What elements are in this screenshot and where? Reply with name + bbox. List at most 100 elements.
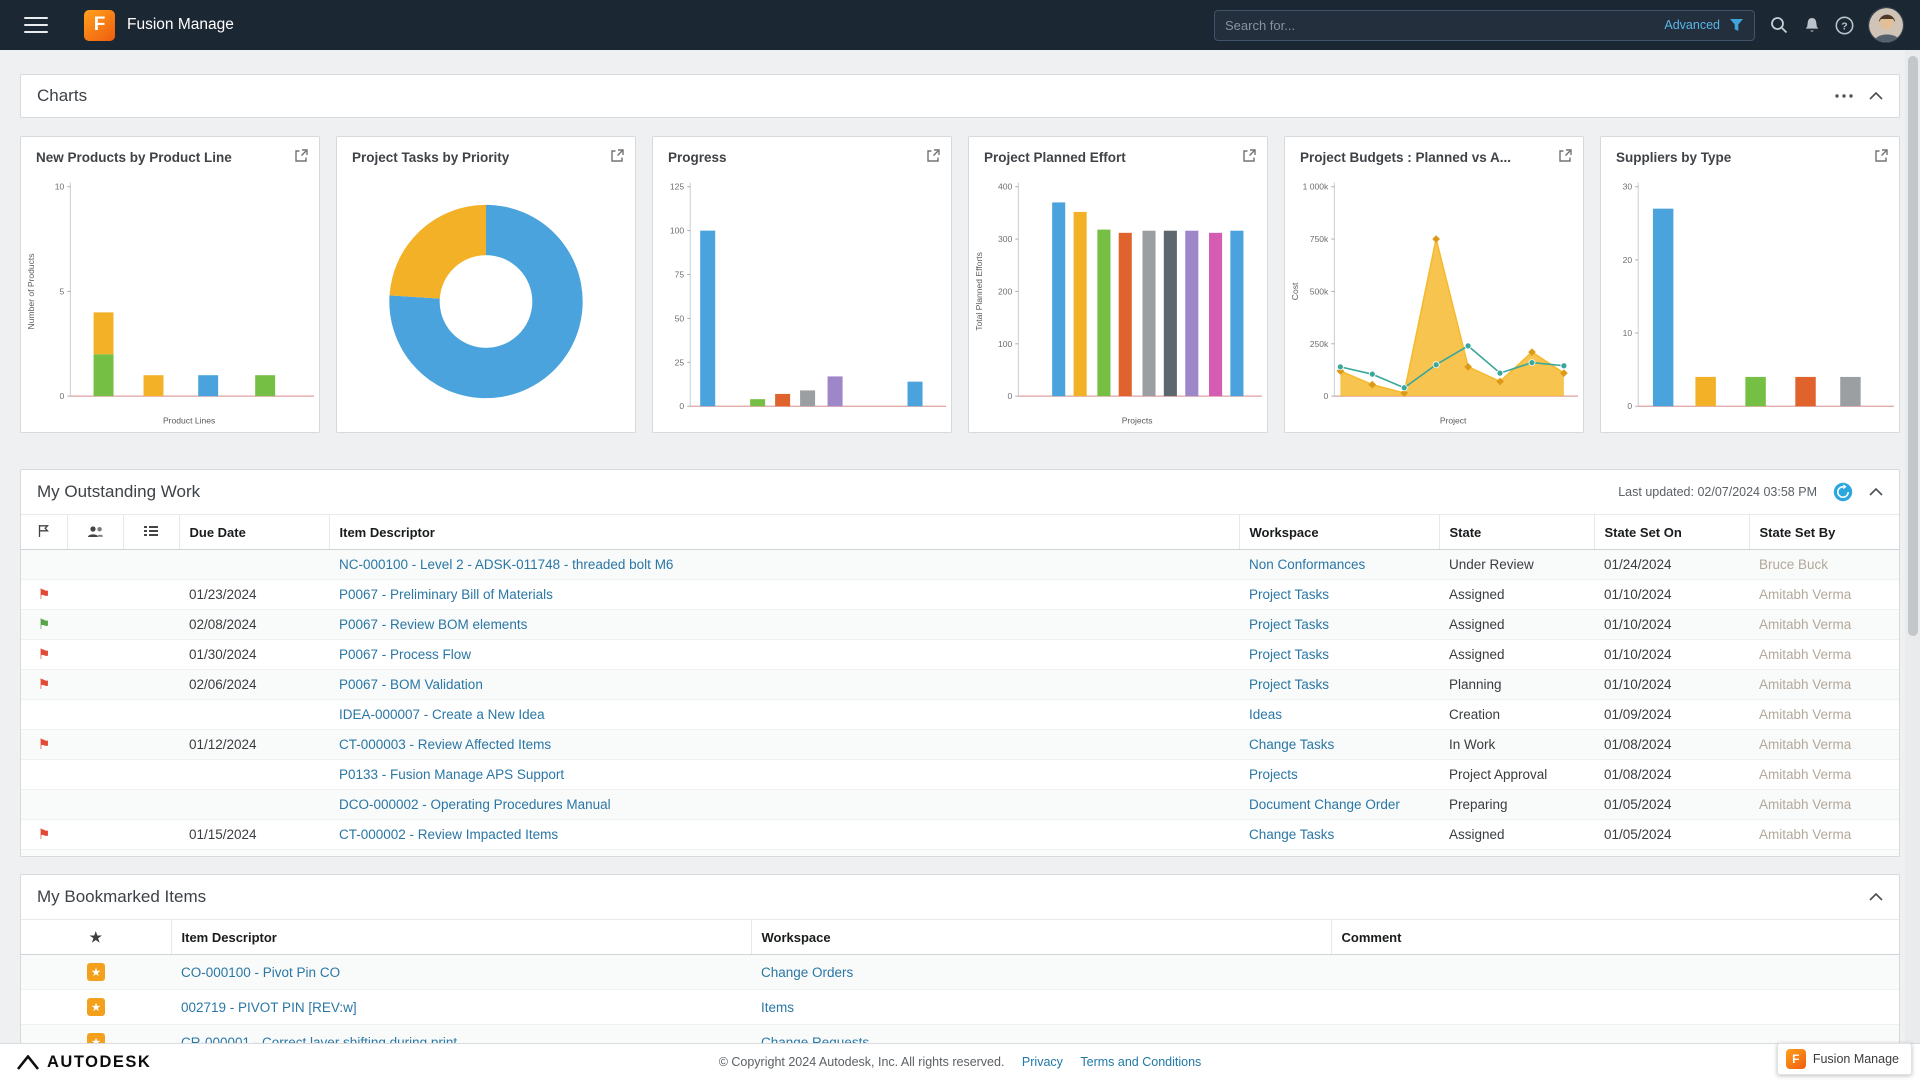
outstanding-row[interactable]: ⚑ 02/08/2024 P0067 - Review BOM elements Pr…	[21, 609, 1899, 640]
bookmarked-header-row: ★ Item Descriptor Workspace Comment	[21, 919, 1899, 955]
item-descriptor-link[interactable]: P0067 - Preliminary Bill of Materials	[339, 587, 553, 602]
workspace-link[interactable]: Project Tasks	[1249, 677, 1329, 692]
workspace-link[interactable]: Items	[761, 1000, 794, 1015]
outstanding-row[interactable]: IDEA-000007 - Create a New Idea Ideas Crea…	[21, 699, 1899, 730]
item-descriptor-link[interactable]: DCO-000002 - Operating Procedures Manual	[339, 797, 611, 812]
search-icon[interactable]	[1769, 15, 1789, 35]
workspace-link[interactable]: Project Tasks	[1249, 617, 1329, 632]
autodesk-mark-icon	[16, 1054, 40, 1070]
item-descriptor-link[interactable]: CT-000002 - Review Impacted Items	[339, 827, 558, 842]
due-date-cell	[179, 789, 329, 820]
assignees-cell	[67, 849, 123, 856]
item-descriptor-link[interactable]: CT-000003 - Review Affected Items	[339, 737, 551, 752]
workspace-link[interactable]: Project Tasks	[1249, 587, 1329, 602]
bookmark-cell: ★	[21, 954, 171, 990]
details-cell	[123, 819, 179, 850]
chart-card-planned-effort: Project Planned Effort 0 100 200 300 400 Tota…	[968, 136, 1268, 433]
bookmark-star-icon[interactable]: ★	[87, 963, 105, 981]
bookmark-star-icon[interactable]: ★	[87, 998, 105, 1016]
outstanding-row[interactable]: ⚑ 01/12/2024 CT-000003 - Review Affected I…	[21, 729, 1899, 760]
filter-icon[interactable]	[1729, 18, 1744, 32]
open-chart-icon[interactable]	[294, 148, 309, 163]
footer-legal: © Copyright 2024 Autodesk, Inc. All righ…	[0, 1055, 1920, 1069]
outstanding-row[interactable]: DCO-000002 - Operating Procedures Manual…	[21, 789, 1899, 820]
outstanding-row[interactable]: ⚑ 01/15/2024 CT-000002 - Review Impacted I…	[21, 819, 1899, 850]
open-chart-icon[interactable]	[610, 148, 625, 163]
due-date-cell: 01/12/2024	[179, 729, 329, 760]
item-descriptor-link[interactable]: IDEA-000007 - Create a New Idea	[339, 707, 545, 722]
item-descriptor-link[interactable]: P0067 - BOM Validation	[339, 677, 483, 692]
workspace-link[interactable]: Change Orders	[761, 965, 853, 980]
outstanding-row[interactable]: NC-000100 - Level 2 - ADSK-011748 - thre…	[21, 549, 1899, 580]
col-item-descriptor[interactable]: Item Descriptor	[328, 514, 1239, 550]
open-chart-icon[interactable]	[1874, 148, 1889, 163]
svg-text:Total Planned Efforts: Total Planned Efforts	[974, 252, 984, 331]
workspace-cell: Change Tasks	[1239, 819, 1439, 850]
search-input[interactable]	[1225, 17, 1657, 33]
collapse-bookmarked-icon[interactable]	[1869, 893, 1883, 901]
col-state[interactable]: State	[1438, 514, 1594, 550]
col-workspace[interactable]: Workspace	[1238, 514, 1439, 550]
assignees-cell	[67, 609, 123, 640]
terms-link[interactable]: Terms and Conditions	[1080, 1055, 1201, 1069]
col-comment[interactable]: Comment	[1330, 919, 1899, 955]
workspace-link[interactable]: Ideas	[1249, 707, 1282, 722]
state-set-on-cell: 01/05/2024	[1594, 789, 1749, 820]
item-descriptor-link[interactable]: P0067 - Review BOM elements	[339, 617, 527, 632]
user-avatar[interactable]	[1868, 7, 1904, 43]
outstanding-row[interactable]: ⚑ 01/23/2024 P0067 - Preliminary Bill of M…	[21, 579, 1899, 610]
outstanding-row[interactable]: ⚑ 02/06/2024 P0067 - BOM Validation Project…	[21, 669, 1899, 700]
workspace-link[interactable]: Project Tasks	[1249, 647, 1329, 662]
due-date-cell	[179, 759, 329, 790]
state-set-by-cell: Amitabh Verma	[1749, 729, 1899, 760]
open-chart-icon[interactable]	[1558, 148, 1573, 163]
refresh-icon[interactable]	[1833, 482, 1853, 502]
state-cell: Assigned	[1439, 819, 1594, 850]
outstanding-row[interactable]: ⚑ 01/30/2024 P0067 - Process Flow Project T…	[21, 639, 1899, 670]
fusion-logo-icon: F	[84, 9, 115, 41]
col-due-date[interactable]: Due Date	[178, 514, 329, 550]
autodesk-logo: AUTODESK	[16, 1053, 151, 1072]
workspace-link[interactable]: Change Tasks	[1249, 827, 1334, 842]
flag-cell	[21, 699, 67, 730]
item-descriptor-link[interactable]: NC-000100 - Level 2 - ADSK-011748 - thre…	[339, 557, 673, 572]
privacy-link[interactable]: Privacy	[1022, 1055, 1063, 1069]
col-state-set-by[interactable]: State Set By	[1748, 514, 1899, 550]
scrollbar-thumb[interactable]	[1907, 56, 1918, 636]
advanced-search-link[interactable]: Advanced	[1664, 18, 1720, 32]
workspace-link[interactable]: Non Conformances	[1249, 557, 1365, 572]
details-cell	[123, 579, 179, 610]
top-nav: F Fusion Manage Advanced ?	[0, 0, 1920, 50]
collapse-outstanding-icon[interactable]	[1869, 488, 1883, 496]
svg-text:Projects: Projects	[1122, 415, 1153, 425]
workspace-link[interactable]: Document Change Order	[1249, 797, 1400, 812]
outstanding-row[interactable]: P0133 - Fusion Manage APS Support Project…	[21, 759, 1899, 790]
col-workspace[interactable]: Workspace	[750, 919, 1331, 955]
item-descriptor-link[interactable]: P0133 - Fusion Manage APS Support	[339, 767, 564, 782]
state-cell: Project Approval	[1439, 759, 1594, 790]
more-options-icon[interactable]	[1835, 94, 1853, 98]
help-icon[interactable]: ?	[1835, 16, 1854, 35]
svg-text:30: 30	[1623, 182, 1633, 192]
item-descriptor-link[interactable]: P0067 - Process Flow	[339, 647, 471, 662]
open-chart-icon[interactable]	[926, 148, 941, 163]
workspace-link[interactable]: Projects	[1249, 767, 1298, 782]
outstanding-header: My Outstanding Work Last updated: 02/07/…	[21, 470, 1899, 514]
bookmarked-row[interactable]: ★ 002719 - PIVOT PIN [REV:w] Items	[21, 989, 1899, 1025]
notifications-icon[interactable]	[1803, 16, 1821, 35]
workspace-cell: Projects	[1239, 759, 1439, 790]
outstanding-row[interactable]: PV-000003 - In-Flight ChecksProduct Vali…	[21, 849, 1899, 856]
menu-button[interactable]	[24, 16, 48, 34]
col-state-set-on[interactable]: State Set On	[1593, 514, 1749, 550]
collapse-charts-icon[interactable]	[1869, 92, 1883, 100]
col-item-descriptor[interactable]: Item Descriptor	[170, 919, 751, 955]
open-chart-icon[interactable]	[1242, 148, 1257, 163]
workspace-cell: Change Tasks	[1239, 729, 1439, 760]
bookmarked-row[interactable]: ★ CO-000100 - Pivot Pin CO Change Orders	[21, 954, 1899, 990]
item-descriptor-link[interactable]: CO-000100 - Pivot Pin CO	[181, 965, 340, 980]
bar-chart: 0 10 20 30	[1604, 173, 1896, 430]
workspace-link[interactable]: Change Tasks	[1249, 737, 1334, 752]
item-descriptor-link[interactable]: 002719 - PIVOT PIN [REV:w]	[181, 1000, 357, 1015]
col-bookmark: ★	[21, 919, 171, 955]
fusion-badge-icon: F	[1785, 1049, 1806, 1069]
